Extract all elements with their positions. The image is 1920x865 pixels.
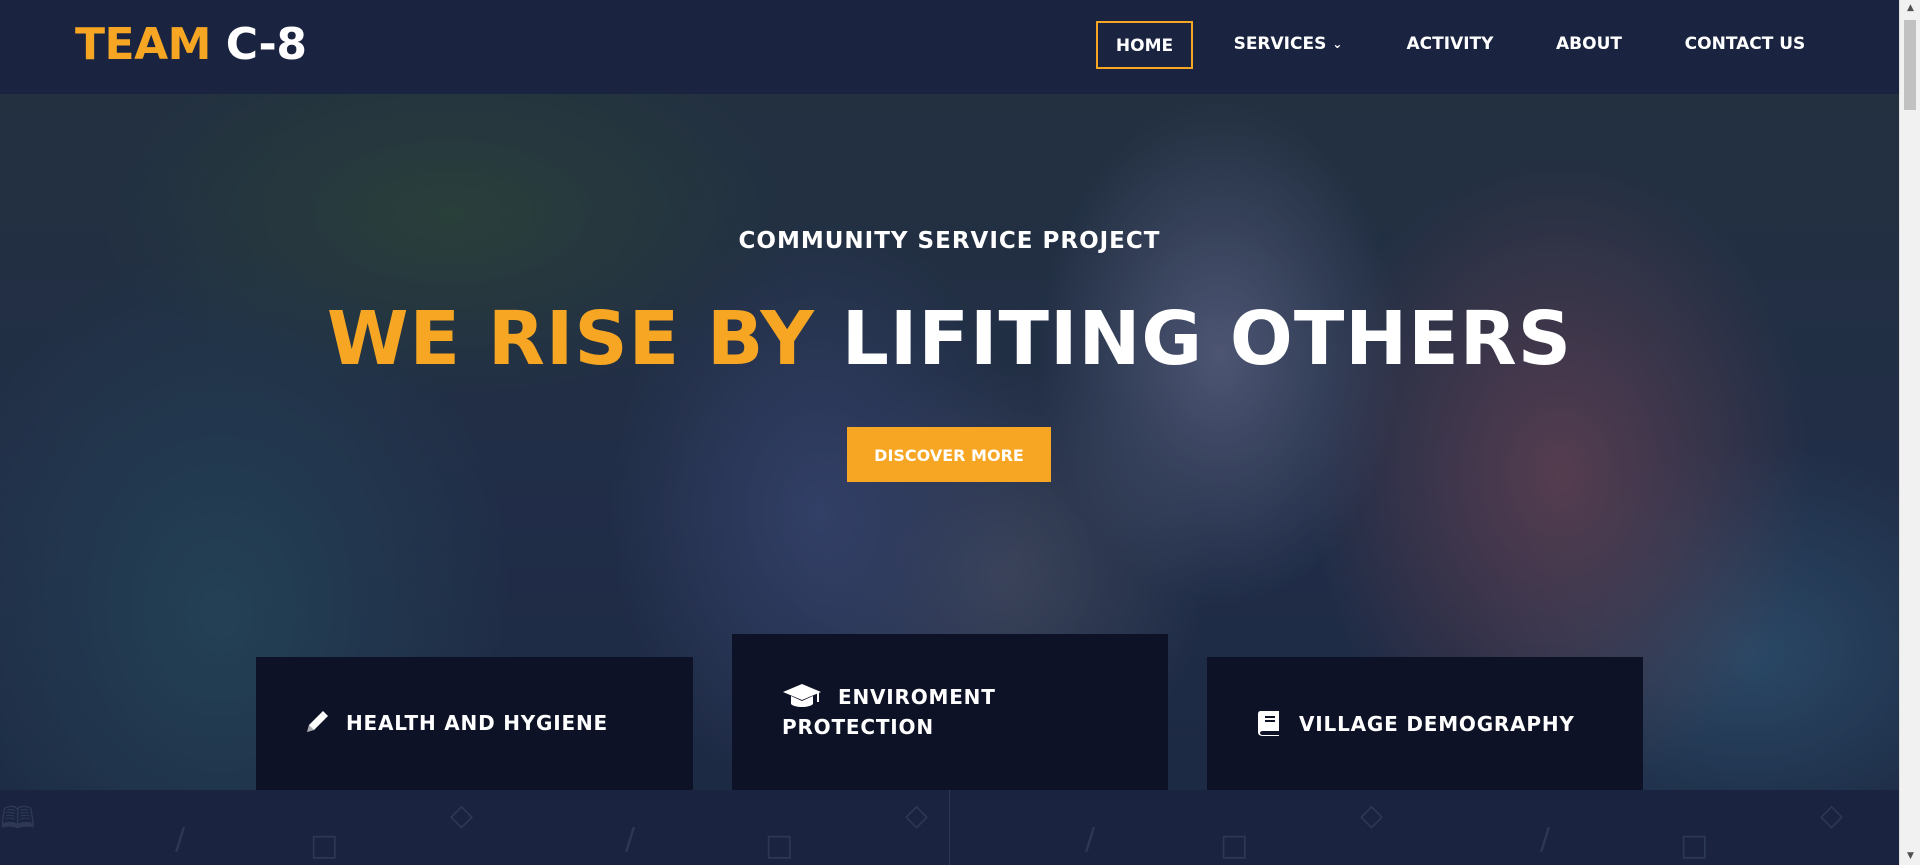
box-pattern-icon: □ [310,828,339,863]
book-pattern-icon: ◇ [905,798,929,833]
nav-about[interactable]: ABOUT [1550,21,1628,69]
page-scrollbar[interactable]: ▲ ▼ [1899,0,1920,865]
nav-home[interactable]: HOME [1096,21,1193,69]
feature-village-demography[interactable]: VILLAGE DEMOGRAPHY [1207,657,1643,790]
nav-home-label: HOME [1115,36,1174,56]
nav-services-label: SERVICES [1233,34,1327,54]
graduation-cap-icon [782,682,822,715]
ruler-pattern-icon: ∕ [625,822,636,857]
nav-services[interactable]: SERVICES ⌄ [1228,21,1348,69]
hero-title-accent: WE RISE BY [326,296,815,382]
scroll-up-arrow-icon[interactable]: ▲ [1900,0,1920,17]
ruler-pattern-icon: ∕ [175,822,186,857]
next-section-band: 🕮 ∕ □ ◇ ∕ □ ◇ ∕ □ ◇ ∕ □ ◇ [0,790,1899,865]
scrollbar-thumb[interactable] [1904,20,1916,110]
book-pattern-icon: ◇ [450,798,474,833]
ruler-pattern-icon: ∕ [1085,822,1096,857]
chevron-down-icon: ⌄ [1332,37,1343,51]
main-nav: HOME SERVICES ⌄ ACTIVITY ABOUT CONTACT US [0,21,1899,69]
box-pattern-icon: □ [1220,828,1249,863]
feature-health-and-hygiene[interactable]: HEALTH AND HYGIENE [256,657,693,790]
book-pattern-icon: 🕮 [0,801,36,836]
book-icon [1255,709,1283,742]
hero-section: COMMUNITY SERVICE PROJECT WE RISE BY LIF… [0,94,1899,790]
feature-label: HEALTH AND HYGIENE [346,711,608,735]
scroll-down-arrow-icon[interactable]: ▼ [1900,848,1920,865]
nav-about-label: ABOUT [1556,34,1622,54]
section-divider [949,790,950,865]
pencil-icon [304,709,330,740]
box-pattern-icon: □ [765,828,794,863]
nav-contact-us-label: CONTACT US [1684,34,1806,54]
nav-activity[interactable]: ACTIVITY [1398,21,1502,69]
nav-contact-us[interactable]: CONTACT US [1678,21,1812,69]
site-header: TEAM C-8 HOME SERVICES ⌄ ACTIVITY ABOUT C… [0,0,1899,94]
nav-activity-label: ACTIVITY [1406,34,1494,54]
ruler-pattern-icon: ∕ [1540,822,1551,857]
hero-kicker: COMMUNITY SERVICE PROJECT [738,228,1161,254]
box-pattern-icon: □ [1680,828,1709,863]
hero-title: WE RISE BY LIFITING OTHERS [0,294,1899,384]
book-pattern-icon: ◇ [1820,798,1844,833]
hero-title-main: LIFITING OTHERS [841,296,1573,382]
book-pattern-icon: ◇ [1360,798,1384,833]
feature-enviroment-protection[interactable]: ENVIROMENT PROTECTION [732,634,1168,790]
feature-label: VILLAGE DEMOGRAPHY [1299,712,1575,736]
page: TEAM C-8 HOME SERVICES ⌄ ACTIVITY ABOUT C… [0,0,1920,865]
discover-more-button[interactable]: DISCOVER MORE [847,427,1051,482]
